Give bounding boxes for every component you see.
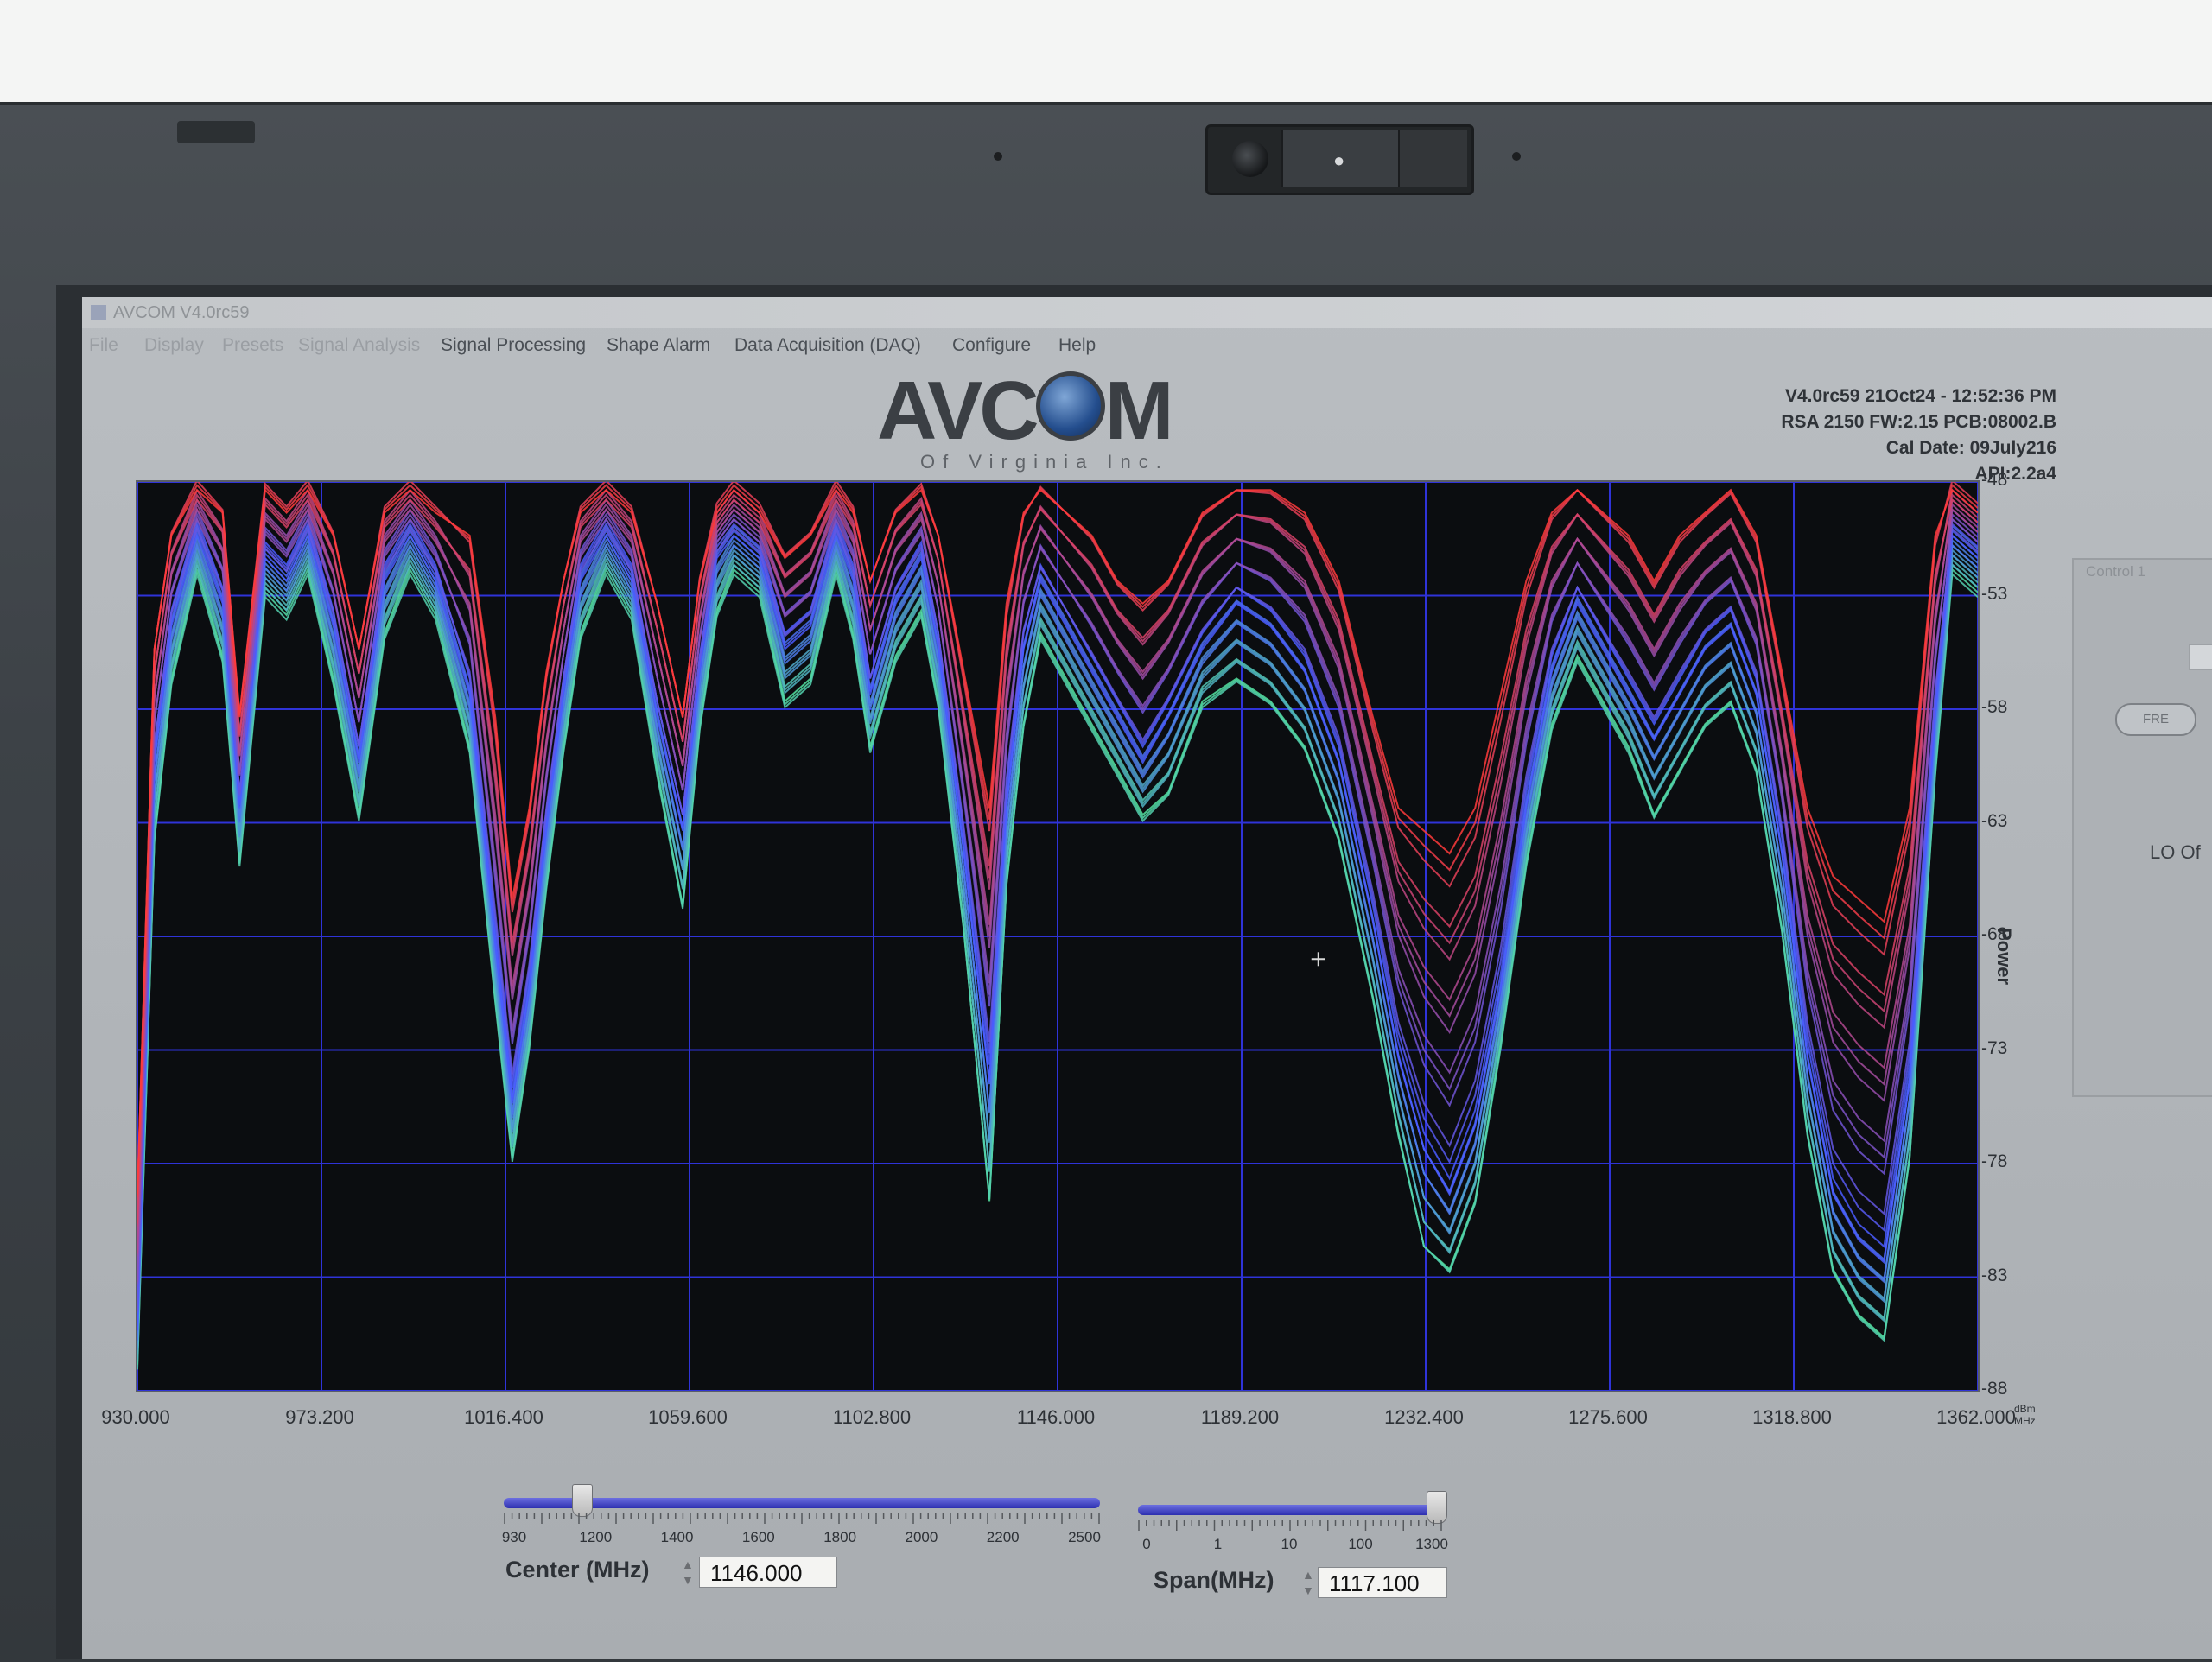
y-tick-label: -83: [1981, 1265, 2008, 1285]
y-tick-label: -53: [1981, 583, 2008, 604]
avcom-app-window: AVCOM V4.0rc59 File Display Presets Sign…: [82, 297, 2212, 1659]
y-axis-label: Power: [1993, 928, 2015, 986]
webcam-light-switch: ●: [1281, 130, 1400, 187]
lightbulb-icon: ●: [1333, 149, 1345, 171]
y-tick-label: -88: [1981, 1379, 2008, 1399]
control-panel-title: Control 1: [2086, 563, 2145, 580]
x-tick-label: 1318.800: [1752, 1406, 1832, 1428]
menu-data-acquisition[interactable]: Data Acquisition (DAQ): [734, 330, 921, 361]
y-tick-label: -48: [1981, 470, 2008, 490]
x-tick-label: 1146.000: [1016, 1406, 1096, 1428]
slider-scale-label: 1300: [1415, 1536, 1448, 1552]
slider-scale-label: 2000: [905, 1529, 938, 1545]
slider-scale-label: 1600: [741, 1529, 775, 1545]
span-input[interactable]: 1117.100: [1318, 1567, 1447, 1598]
x-tick-label: 1102.800: [832, 1406, 912, 1428]
slider-scale-label: 2200: [986, 1529, 1020, 1545]
span-slider-thumb[interactable]: [1426, 1491, 1447, 1524]
center-slider-ticks: [504, 1513, 1100, 1524]
slider-scale-label: 1: [1213, 1536, 1223, 1552]
menu-presets[interactable]: Presets: [222, 330, 283, 361]
cal-date: Cal Date: 09July216: [1885, 438, 2056, 458]
menu-shape-alarm[interactable]: Shape Alarm: [607, 330, 710, 361]
window-title: AVCOM V4.0rc59: [113, 303, 250, 322]
span-slider[interactable]: [1138, 1505, 1442, 1515]
axis-units: dBm MHz: [2014, 1403, 2036, 1427]
microphone-dot: [994, 152, 1002, 161]
x-tick-label: 1232.400: [1384, 1406, 1464, 1428]
control-panel-field[interactable]: [2189, 644, 2212, 670]
microphone-dot: [1512, 152, 1521, 161]
menu-help[interactable]: Help: [1058, 330, 1096, 361]
webcam-lens-icon: [1232, 141, 1268, 177]
control-panel: Control 1 FRE LO Of: [2072, 558, 2212, 1097]
span-slider-ticks: [1138, 1520, 1442, 1531]
x-unit: MHz: [2014, 1415, 2036, 1427]
menu-signal-analysis[interactable]: Signal Analysis: [298, 330, 420, 361]
x-tick-label: 973.200: [285, 1406, 354, 1428]
slider-scale-label: 930: [501, 1529, 527, 1545]
slider-scale-label: 10: [1281, 1536, 1298, 1552]
x-tick-label: 1059.600: [648, 1406, 728, 1428]
globe-icon: [1035, 371, 1105, 441]
x-tick-label: 1016.400: [464, 1406, 543, 1428]
hardware-info: RSA 2150 FW:2.15 PCB:08002.B: [1781, 412, 2056, 432]
span-spinner[interactable]: ▲ ▼: [1302, 1567, 1314, 1598]
span-label: Span(MHz): [1154, 1567, 1274, 1593]
slider-scale-label: 2500: [1068, 1529, 1101, 1545]
y-tick-label: -63: [1981, 810, 2008, 831]
webcam-shutter: [1398, 130, 1467, 187]
spectrum-svg: [137, 482, 1978, 1391]
lo-offset-label: LO Of: [2150, 841, 2201, 863]
avcom-logo: AVC M: [877, 365, 1174, 457]
bezel-latch: [177, 121, 255, 143]
version-timestamp: V4.0rc59 21Oct24 - 12:52:36 PM: [1784, 386, 2056, 406]
spectrum-plot[interactable]: [136, 480, 1980, 1392]
menu-signal-processing[interactable]: Signal Processing: [441, 330, 586, 361]
webcam-module: ●: [1205, 124, 1474, 195]
x-tick-label: 930.000: [101, 1406, 170, 1428]
slider-scale-label: 1800: [823, 1529, 857, 1545]
menu-configure[interactable]: Configure: [952, 330, 1031, 361]
menu-display[interactable]: Display: [144, 330, 204, 361]
title-bar: AVCOM V4.0rc59: [82, 297, 2212, 328]
x-tick-label: 1362.000: [1936, 1406, 2016, 1428]
slider-scale-label: 100: [1348, 1536, 1373, 1552]
y-tick-label: -58: [1981, 697, 2008, 717]
y-tick-label: -78: [1981, 1151, 2008, 1171]
laptop-screen: AVCOM V4.0rc59 File Display Presets Sign…: [56, 285, 2212, 1659]
app-icon: [91, 305, 106, 320]
y-tick-label: -73: [1981, 1037, 2008, 1058]
freq-button[interactable]: FRE: [2115, 703, 2196, 736]
logo-subtitle: Of Virginia Inc.: [920, 451, 1169, 473]
slider-scale-label: 1200: [579, 1529, 613, 1545]
menu-bar: File Display Presets Signal Analysis Sig…: [82, 330, 2212, 361]
device-info: V4.0rc59 21Oct24 - 12:52:36 PM RSA 2150 …: [1781, 384, 2056, 487]
x-tick-label: 1189.200: [1200, 1406, 1280, 1428]
slider-scale-label: 1400: [660, 1529, 694, 1545]
menu-file[interactable]: File: [89, 330, 118, 361]
center-label: Center (MHz): [505, 1557, 650, 1583]
x-tick-label: 1275.600: [1568, 1406, 1648, 1428]
center-slider[interactable]: [504, 1498, 1100, 1508]
slider-scale-label: 0: [1142, 1536, 1151, 1552]
center-spinner[interactable]: ▲ ▼: [682, 1557, 694, 1588]
center-slider-thumb[interactable]: [571, 1484, 593, 1517]
center-input[interactable]: 1146.000: [699, 1557, 837, 1588]
y-unit: dBm: [2014, 1403, 2036, 1415]
